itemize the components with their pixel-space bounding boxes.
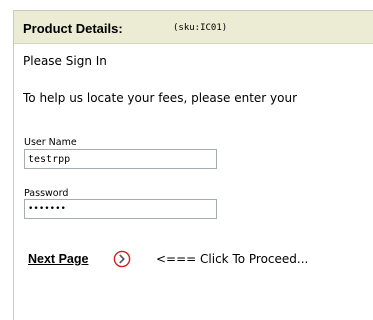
username-field[interactable] — [24, 149, 217, 169]
username-label: User Name — [24, 137, 77, 148]
proceed-hint: <=== Click To Proceed... — [156, 252, 309, 266]
help-text: To help us locate your fees, please ente… — [23, 91, 298, 105]
panel-header: Product Details: (sku:IC01) — [14, 11, 373, 44]
circle-arrow-right-icon[interactable] — [113, 250, 131, 268]
password-label: Password — [24, 188, 69, 199]
sign-in-heading: Please Sign In — [23, 54, 107, 68]
next-page-link[interactable]: Next Page — [28, 252, 88, 266]
sku-label: (sku:IC01) — [173, 23, 228, 33]
panel-title: Product Details: — [23, 21, 123, 36]
password-field[interactable] — [24, 199, 217, 219]
